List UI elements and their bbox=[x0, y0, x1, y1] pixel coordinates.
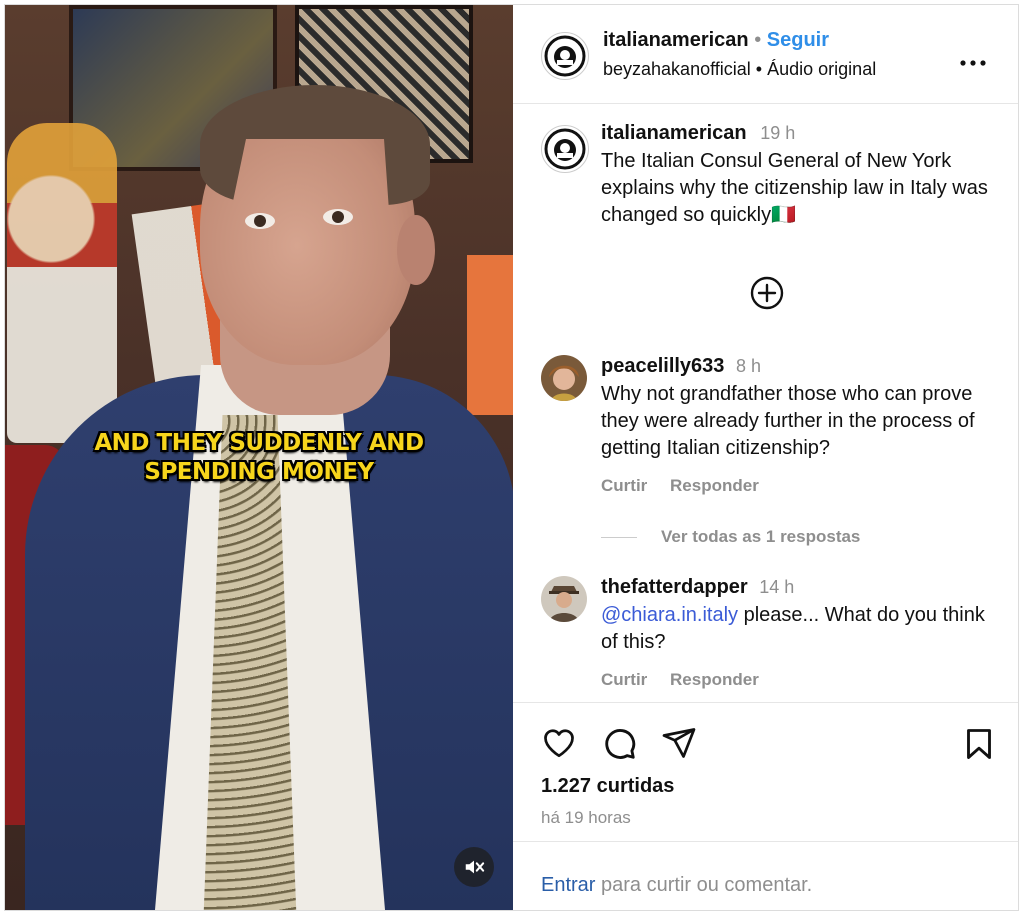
mention-link[interactable]: @chiara.in.italy bbox=[601, 604, 738, 626]
audio-user-link[interactable]: beyzahakanofficial bbox=[603, 59, 751, 79]
comment-username[interactable]: thefatterdapper bbox=[601, 576, 748, 598]
reply-button[interactable]: Responder bbox=[670, 476, 759, 495]
replies-divider bbox=[601, 536, 637, 538]
login-link[interactable]: Entrar bbox=[541, 874, 595, 896]
separator-dot: • bbox=[754, 29, 762, 51]
post-author-row: italianamerican 19 h bbox=[601, 122, 795, 145]
likes-count[interactable]: 1.227 curtidas bbox=[541, 775, 674, 798]
account-username[interactable]: italianamerican bbox=[603, 29, 749, 51]
post-time[interactable]: 19 h bbox=[760, 123, 795, 143]
comment-text: @chiara.in.italy please... What do you t… bbox=[601, 602, 1001, 656]
post-timestamp[interactable]: há 19 horas bbox=[541, 808, 631, 828]
login-prompt: Entrar para curtir ou comentar. bbox=[513, 841, 1018, 910]
podcast-logo-icon bbox=[543, 34, 587, 78]
post-header: italianamerican • Seguir beyzahakanoffic… bbox=[513, 5, 1018, 104]
mute-button[interactable] bbox=[454, 847, 494, 887]
heart-icon bbox=[544, 729, 574, 758]
caption-line: SPENDING MONEY bbox=[144, 459, 374, 485]
login-prompt-text: Entrar para curtir ou comentar. bbox=[541, 874, 812, 897]
commenter-avatar[interactable] bbox=[541, 576, 587, 622]
italy-flag-emoji: 🇮🇹 bbox=[771, 204, 797, 226]
post-author-username[interactable]: italianamerican bbox=[601, 122, 747, 144]
comment-actions: Curtir Responder bbox=[601, 670, 777, 690]
podcast-logo-icon bbox=[543, 127, 587, 171]
paper-plane-icon bbox=[662, 728, 696, 758]
user-photo-icon bbox=[541, 576, 587, 622]
caption-line: AND THEY SUDDENLY AND bbox=[94, 430, 424, 456]
comment-actions: Curtir Responder bbox=[601, 476, 777, 496]
bookmark-icon bbox=[967, 729, 991, 759]
separator-dot: • bbox=[755, 59, 763, 79]
follow-button[interactable]: Seguir bbox=[767, 29, 829, 51]
video-caption: AND THEY SUDDENLY AND SPENDING MONEY bbox=[5, 429, 513, 487]
comments-scroll-area[interactable]: italianamerican 19 h The Italian Consul … bbox=[513, 104, 1018, 702]
audio-link[interactable]: Áudio original bbox=[767, 59, 876, 79]
man-eye bbox=[323, 209, 353, 225]
view-replies-button[interactable]: Ver todas as 1 respostas bbox=[601, 527, 860, 547]
comment-text: Why not grandfather those who can prove … bbox=[601, 383, 975, 459]
header-title-row: italianamerican • Seguir bbox=[603, 29, 829, 52]
comment-header: thefatterdapper 14 h bbox=[601, 576, 794, 599]
like-comment-button[interactable]: Curtir bbox=[601, 476, 647, 495]
comment-button[interactable] bbox=[601, 725, 639, 763]
video-player[interactable]: AND THEY SUDDENLY AND SPENDING MONEY bbox=[5, 5, 513, 910]
view-replies-label: Ver todas as 1 respostas bbox=[661, 527, 861, 546]
like-comment-button[interactable]: Curtir bbox=[601, 670, 647, 689]
wall-poster bbox=[467, 255, 513, 415]
load-more-comments-button[interactable] bbox=[750, 276, 784, 310]
post-author-avatar[interactable] bbox=[541, 125, 589, 173]
post-frame: AND THEY SUDDENLY AND SPENDING MONEY ita… bbox=[4, 4, 1019, 911]
man-ear bbox=[397, 215, 435, 285]
comment-header: peacelilly633 8 h bbox=[601, 355, 761, 378]
audio-row: beyzahakanofficial • Áudio original bbox=[603, 59, 876, 80]
account-avatar[interactable] bbox=[541, 32, 589, 80]
login-prompt-suffix: para curtir ou comentar. bbox=[595, 874, 813, 896]
plus-circle-icon bbox=[750, 276, 784, 310]
post-caption: The Italian Consul General of New York e… bbox=[601, 148, 996, 229]
save-button[interactable] bbox=[961, 726, 999, 764]
comment-time[interactable]: 14 h bbox=[759, 577, 794, 597]
commenter-avatar[interactable] bbox=[541, 355, 587, 401]
comment-username[interactable]: peacelilly633 bbox=[601, 355, 724, 377]
speech-bubble-icon bbox=[605, 729, 636, 759]
like-button[interactable] bbox=[541, 725, 579, 763]
muted-speaker-icon bbox=[465, 860, 485, 874]
comment-time[interactable]: 8 h bbox=[736, 356, 761, 376]
man-eye bbox=[245, 213, 275, 229]
share-button[interactable] bbox=[661, 725, 699, 763]
post-side-panel: italianamerican • Seguir beyzahakanoffic… bbox=[513, 5, 1018, 910]
decorative-figurine bbox=[7, 123, 117, 443]
reply-button[interactable]: Responder bbox=[670, 670, 759, 689]
section-divider bbox=[513, 702, 1018, 703]
more-options-icon[interactable] bbox=[960, 47, 986, 73]
user-photo-icon bbox=[541, 355, 587, 401]
